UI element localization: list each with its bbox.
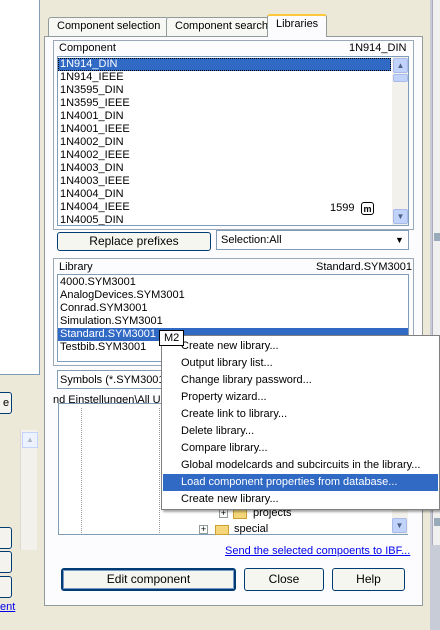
component-list-item[interactable]: 1N3595_IEEE xyxy=(58,97,391,110)
m-icon[interactable]: m xyxy=(361,202,374,215)
component-list-item[interactable]: 1N4001_DIN xyxy=(58,110,391,123)
selection-value: Selection:All xyxy=(221,234,282,246)
symbols-filter[interactable]: Symbols (*.SYM3001) xyxy=(57,370,169,389)
folder-icon xyxy=(233,509,247,519)
left-panel-button-3[interactable] xyxy=(0,551,12,573)
tree-item-special[interactable]: special xyxy=(234,523,268,535)
library-list-item[interactable]: 4000.SYM3001 xyxy=(58,276,408,289)
library-list-item[interactable]: Simulation.SYM3001 xyxy=(58,315,408,328)
close-button[interactable]: Close xyxy=(244,568,324,591)
component-label: Component xyxy=(59,42,116,54)
component-list-item[interactable]: 1N4004_DIN xyxy=(58,188,391,201)
symbols-filter-value: Symbols (*.SYM3001) xyxy=(60,374,169,386)
library-current: Standard.SYM3001 xyxy=(316,261,413,273)
component-list-item[interactable]: 1N4002_DIN xyxy=(58,136,391,149)
help-button[interactable]: Help xyxy=(332,568,405,591)
tab-libraries[interactable]: Libraries xyxy=(267,14,328,37)
edit-component-button[interactable]: Edit component xyxy=(61,568,236,591)
left-panel-button-2[interactable] xyxy=(0,527,12,549)
folder-icon xyxy=(215,525,229,535)
m2-marker: M2 xyxy=(159,330,185,346)
expand-icon[interactable]: + xyxy=(199,525,208,534)
component-list-item[interactable]: 1N4003_IEEE xyxy=(58,175,391,188)
component-list-item[interactable]: 1N3595_DIN xyxy=(58,84,391,97)
library-list-item[interactable]: AnalogDevices.SYM3001 xyxy=(58,289,408,302)
library-label: Library xyxy=(59,261,93,273)
left-panel-button-4[interactable] xyxy=(0,576,12,598)
menu-item[interactable]: Global modelcards and subcircuits in the… xyxy=(163,457,438,474)
menu-item[interactable]: Create link to library... xyxy=(163,406,438,423)
menu-item[interactable]: Load component properties from database.… xyxy=(163,474,438,491)
menu-item[interactable]: Property wizard... xyxy=(163,389,438,406)
component-list-item[interactable]: 1N914_IEEE xyxy=(58,71,391,84)
component-list-item[interactable]: 1N4001_IEEE xyxy=(58,123,391,136)
left-panel-link[interactable]: ent xyxy=(0,601,15,613)
replace-prefixes-button[interactable]: Replace prefixes xyxy=(57,232,211,251)
edge-mark xyxy=(434,518,440,526)
menu-item[interactable]: Create new library... xyxy=(163,338,438,355)
tab-component-search[interactable]: Component search xyxy=(166,17,277,36)
edge-mark xyxy=(434,233,440,241)
library-list-item[interactable]: Conrad.SYM3001 xyxy=(58,302,408,315)
scroll-up-icon[interactable]: ▲ xyxy=(393,58,408,73)
left-panel-button-label: e xyxy=(3,397,10,409)
component-list-item[interactable]: 1N914_DIN xyxy=(58,58,391,71)
component-current: 1N914_DIN xyxy=(349,42,407,54)
expand-icon[interactable]: + xyxy=(219,509,228,518)
left-panel-button[interactable]: e xyxy=(0,392,12,414)
menu-item[interactable]: Compare library... xyxy=(163,440,438,457)
component-count: 1599 xyxy=(330,202,355,214)
tab-label: Libraries xyxy=(276,18,319,30)
component-scrollbar[interactable]: ▲ ▼ xyxy=(392,57,408,225)
menu-item[interactable]: Delete library... xyxy=(163,423,438,440)
tab-label: Component search xyxy=(175,20,268,32)
tab-component-selection[interactable]: Component selection xyxy=(48,17,170,36)
menu-item[interactable]: Change library password... xyxy=(163,372,438,389)
component-list[interactable]: 1N914_DIN 1N914_IEEE 1N3595_DIN 1N3595_IEEE… xyxy=(57,56,409,226)
library-context-menu: Create new library... Output library list… xyxy=(161,335,440,510)
menu-item[interactable]: Output library list... xyxy=(163,355,438,372)
selection-dropdown[interactable]: Selection:All ▼ xyxy=(216,230,409,250)
component-list-item[interactable]: 1N4002_IEEE xyxy=(58,149,391,162)
scroll-thumb[interactable] xyxy=(393,74,408,82)
menu-item[interactable]: Create new library... xyxy=(163,491,438,508)
tab-label: Component selection xyxy=(57,20,161,32)
component-list-item[interactable]: 1N4003_DIN xyxy=(58,162,391,175)
scroll-down-icon[interactable]: ▼ xyxy=(393,209,408,224)
left-panel-list xyxy=(0,0,40,375)
send-components-link[interactable]: Send the selected compoents to IBF... xyxy=(225,545,410,557)
scroll-down-icon[interactable]: ▼ xyxy=(392,518,407,533)
scroll-up-icon[interactable]: ▲ xyxy=(22,432,38,448)
left-panel-scrollbar[interactable]: ▲ xyxy=(20,430,38,550)
component-list-item[interactable]: 1N4005_DIN xyxy=(58,214,391,225)
chevron-down-icon[interactable]: ▼ xyxy=(391,231,408,249)
